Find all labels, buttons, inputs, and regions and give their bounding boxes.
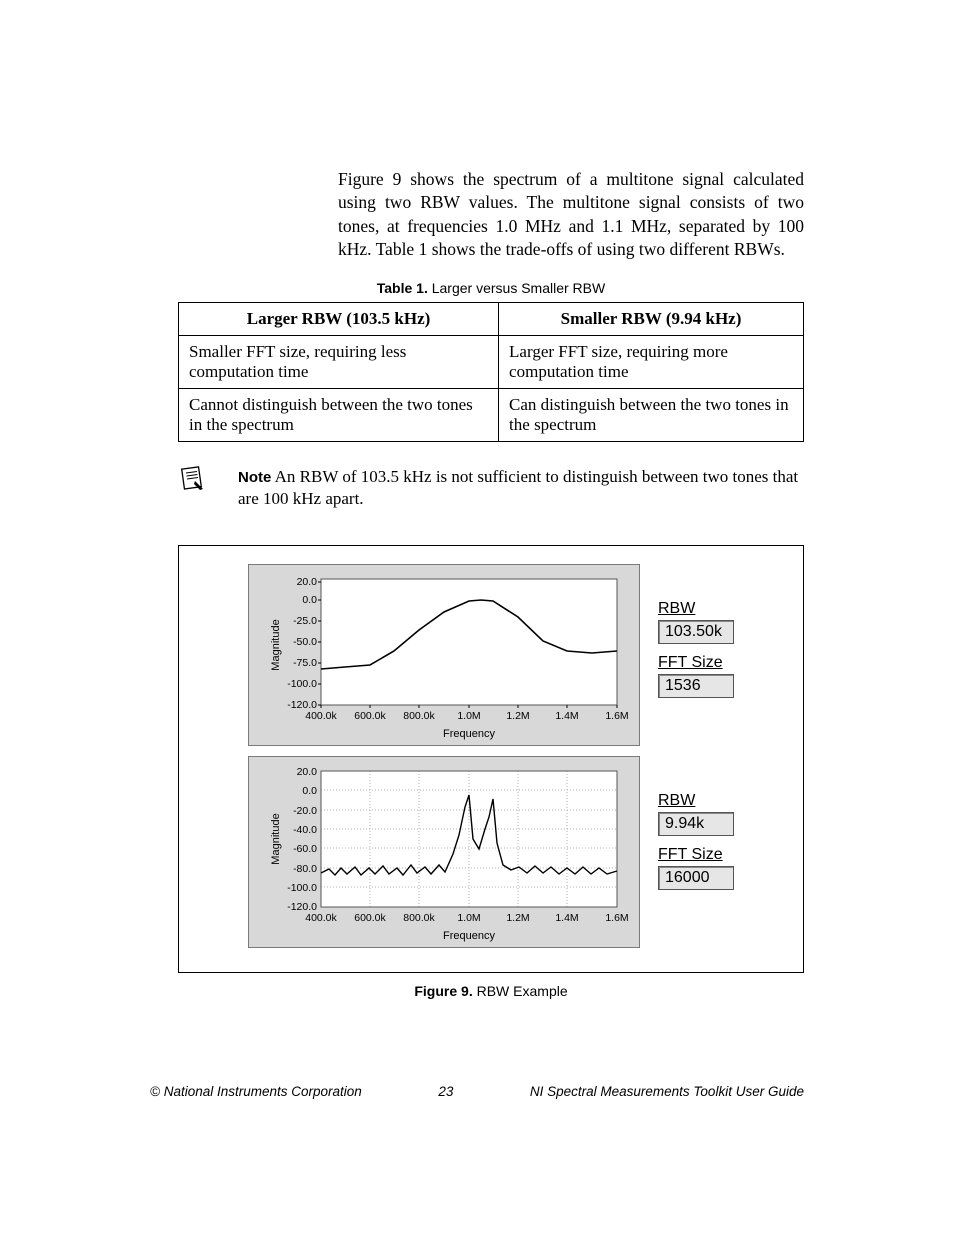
table-caption-bold: Table 1. (377, 280, 428, 296)
fig-caption-text: RBW Example (473, 983, 568, 999)
rbw-label-1: RBW (658, 600, 734, 618)
td-r2-right: Can distinguish between the two tones in… (499, 388, 804, 441)
svg-text:1.2M: 1.2M (506, 912, 529, 924)
footer-left: © National Instruments Corporation (150, 1084, 362, 1099)
svg-text:-50.0: -50.0 (293, 636, 317, 648)
xlabel-top: Frequency (443, 728, 495, 740)
svg-text:-75.0: -75.0 (293, 657, 317, 669)
rbw-value-2: 9.94k (658, 812, 734, 836)
svg-text:-25.0: -25.0 (293, 615, 317, 627)
xlabel-bot: Frequency (443, 930, 495, 942)
note-body: An RBW of 103.5 kHz is not sufficient to… (238, 467, 798, 509)
svg-text:1.6M: 1.6M (605, 710, 628, 722)
chart-top: 20.0 0.0 -25.0 -50.0 -75.0 -100.0 -120.0… (248, 564, 640, 746)
svg-text:600.0k: 600.0k (354, 912, 386, 924)
svg-text:800.0k: 800.0k (403, 710, 435, 722)
fig-caption-bold: Figure 9. (414, 983, 472, 999)
footer-right: NI Spectral Measurements Toolkit User Gu… (530, 1084, 804, 1099)
svg-text:1.0M: 1.0M (457, 912, 480, 924)
svg-text:1.4M: 1.4M (555, 710, 578, 722)
svg-text:-20.0: -20.0 (293, 805, 317, 817)
svg-text:-100.0: -100.0 (287, 678, 317, 690)
th-larger: Larger RBW (103.5 kHz) (179, 302, 499, 335)
fft-label-1: FFT Size (658, 654, 734, 672)
svg-text:400.0k: 400.0k (305, 912, 337, 924)
svg-text:-80.0: -80.0 (293, 863, 317, 875)
svg-text:800.0k: 800.0k (403, 912, 435, 924)
svg-text:20.0: 20.0 (297, 576, 318, 588)
figure-caption: Figure 9. RBW Example (178, 983, 804, 999)
svg-text:1.6M: 1.6M (605, 912, 628, 924)
svg-text:1.4M: 1.4M (555, 912, 578, 924)
fft-value-1: 1536 (658, 674, 734, 698)
ylabel-top: Magnitude (270, 620, 282, 671)
svg-text:20.0: 20.0 (297, 766, 318, 778)
figure-9-box: 20.0 0.0 -25.0 -50.0 -75.0 -100.0 -120.0… (178, 545, 804, 973)
chart-bottom: 20.0 0.0 -20.0 -40.0 -60.0 -80.0 -100.0 … (248, 756, 640, 948)
table-caption-text: Larger versus Smaller RBW (428, 280, 605, 296)
page-footer: © National Instruments Corporation 23 NI… (150, 1084, 804, 1099)
svg-text:-40.0: -40.0 (293, 824, 317, 836)
rbw-label-2: RBW (658, 792, 734, 810)
ylabel-bot: Magnitude (270, 814, 282, 865)
footer-page: 23 (438, 1084, 453, 1099)
svg-text:400.0k: 400.0k (305, 710, 337, 722)
rbw-table: Larger RBW (103.5 kHz) Smaller RBW (9.94… (178, 302, 804, 442)
note-text: Note An RBW of 103.5 kHz is not sufficie… (238, 466, 804, 512)
note-icon (178, 464, 206, 497)
rbw-value-1: 103.50k (658, 620, 734, 644)
note-label: Note (238, 469, 271, 486)
th-smaller: Smaller RBW (9.94 kHz) (499, 302, 804, 335)
svg-text:1.0M: 1.0M (457, 710, 480, 722)
svg-text:0.0: 0.0 (302, 594, 317, 606)
fft-label-2: FFT Size (658, 846, 734, 864)
svg-text:600.0k: 600.0k (354, 710, 386, 722)
figure-panel-1: 20.0 0.0 -25.0 -50.0 -75.0 -100.0 -120.0… (248, 564, 734, 746)
td-r1-left: Smaller FFT size, requiring less computa… (179, 335, 499, 388)
side-panel-2: RBW 9.94k FFT Size 16000 (658, 792, 734, 900)
intro-paragraph: Figure 9 shows the spectrum of a multito… (338, 168, 804, 263)
td-r2-left: Cannot distinguish between the two tones… (179, 388, 499, 441)
fft-value-2: 16000 (658, 866, 734, 890)
table-caption: Table 1. Larger versus Smaller RBW (178, 280, 804, 296)
svg-text:0.0: 0.0 (302, 785, 317, 797)
note-block: Note An RBW of 103.5 kHz is not sufficie… (178, 466, 804, 512)
figure-panel-2: 20.0 0.0 -20.0 -40.0 -60.0 -80.0 -100.0 … (248, 756, 734, 948)
svg-text:-60.0: -60.0 (293, 843, 317, 855)
td-r1-right: Larger FFT size, requiring more computat… (499, 335, 804, 388)
side-panel-1: RBW 103.50k FFT Size 1536 (658, 600, 734, 708)
svg-text:1.2M: 1.2M (506, 710, 529, 722)
svg-text:-100.0: -100.0 (287, 882, 317, 894)
